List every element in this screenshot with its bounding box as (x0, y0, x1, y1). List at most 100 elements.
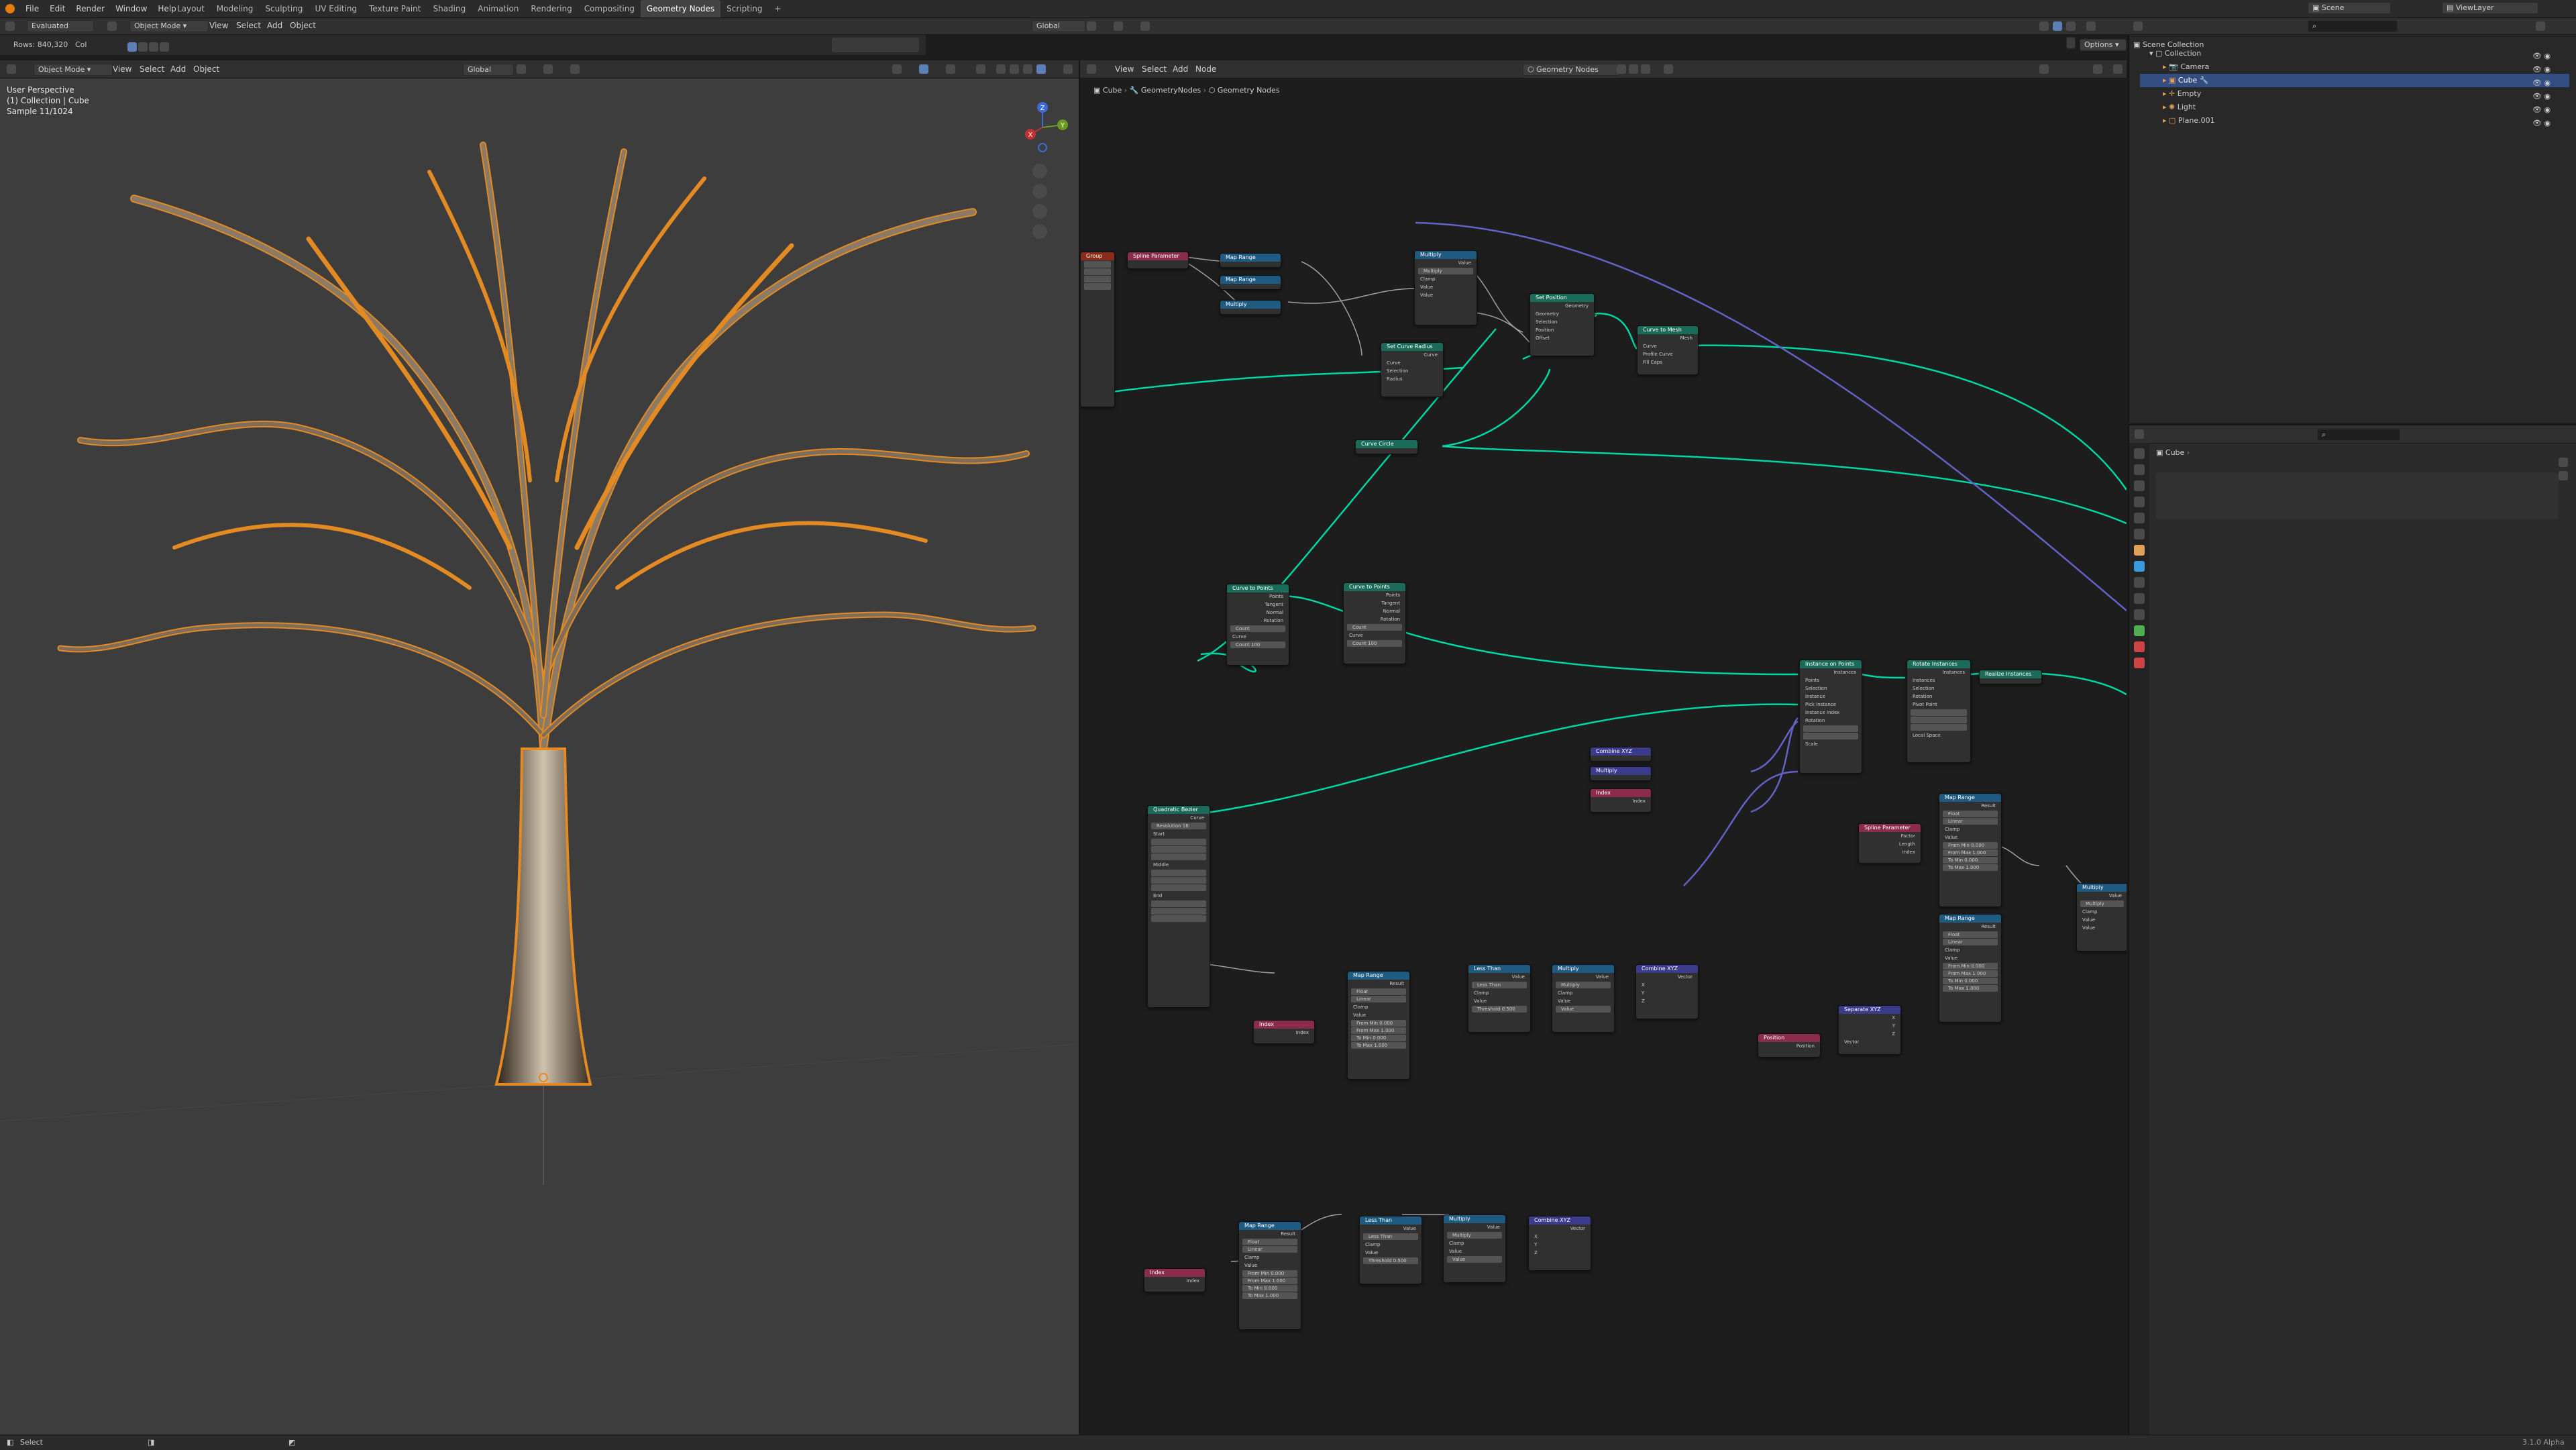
tab-modifiers-icon[interactable] (2134, 561, 2145, 572)
tab-modeling[interactable]: Modeling (211, 0, 260, 17)
outliner-row-cube[interactable]: ▸ ▣ Cube 🔧 (2140, 74, 2569, 87)
overlays-toggle-icon[interactable] (946, 64, 955, 74)
evaluated-dropdown[interactable]: Evaluated (27, 20, 94, 32)
eye-icon[interactable]: 👁 ◉ (2532, 103, 2573, 117)
properties-search-input[interactable]: ⌕ (2317, 429, 2400, 441)
top-menu-view[interactable]: View (209, 19, 228, 32)
menu-window[interactable]: Window (110, 0, 152, 17)
viewport-menu-add[interactable]: Add (170, 63, 186, 75)
tab-uv-editing[interactable]: UV Editing (309, 0, 363, 17)
node-map-range-collapsed-2[interactable]: Map Range (1220, 275, 1281, 290)
filter-funnel-icon[interactable] (2536, 21, 2545, 31)
object-mode-dropdown[interactable]: Object Mode ▾ (34, 64, 113, 76)
node-instance-on-points[interactable]: Instance on Points Instances Points Sele… (1799, 660, 1862, 774)
options-button[interactable]: Options ▾ (2080, 39, 2127, 51)
tab-sculpting[interactable]: Sculpting (259, 0, 309, 17)
node-realize-instances[interactable]: Realize Instances (1979, 670, 2042, 684)
editor-type-icon[interactable] (5, 21, 15, 31)
snap-icon[interactable] (1114, 21, 1123, 31)
shading-solid-icon[interactable] (1010, 64, 1019, 74)
tab-physics-icon[interactable] (2134, 593, 2145, 604)
node-multiply[interactable]: Multiply Value Multiply Clamp Value Valu… (1414, 250, 1477, 325)
shading-rendered-icon[interactable] (1036, 64, 1046, 74)
tab-object-icon[interactable] (2134, 545, 2145, 556)
node-curve-to-points-1[interactable]: Curve to Points Points Tangent Normal Ro… (1226, 584, 1289, 666)
node-rotate-instances[interactable]: Rotate Instances Instances Instances Sel… (1907, 660, 1971, 763)
tab-data-icon[interactable] (2134, 625, 2145, 636)
node-spline-parameter[interactable]: Spline Parameter (1127, 252, 1189, 269)
tab-texture-paint[interactable]: Texture Paint (363, 0, 427, 17)
tab-render-icon[interactable] (2134, 464, 2145, 475)
node-spline-parameter-2[interactable]: Spline Parameter Factor Length Index (1858, 823, 1921, 864)
node-quadratic-bezier[interactable]: Quadratic Bezier Curve Resolution 16 Sta… (1147, 805, 1210, 1008)
menu-render[interactable]: Render (70, 0, 110, 17)
node-map-range-mid[interactable]: Map Range Result Float Linear Clamp Valu… (1347, 971, 1410, 1080)
node-multiply-vector-collapsed[interactable]: Multiply (1590, 766, 1652, 781)
view-layer-selector[interactable]: ▤ ViewLayer (2442, 2, 2538, 14)
node-index-3[interactable]: Index Index (1144, 1268, 1205, 1292)
tab-layout[interactable]: Layout (171, 0, 211, 17)
remove-icon[interactable] (2559, 471, 2568, 480)
tab-compositing[interactable]: Compositing (578, 0, 641, 17)
select-box-icon[interactable] (127, 42, 137, 52)
node-group-input[interactable]: Group (1080, 252, 1115, 407)
top-menu-object[interactable]: Object (290, 19, 316, 32)
tab-particles-icon[interactable] (2134, 577, 2145, 588)
pivot-point-icon[interactable] (517, 64, 526, 74)
node-map-range-right-1[interactable]: Map Range Result Float Linear Clamp Valu… (1939, 793, 2002, 907)
tab-texture-icon[interactable] (2134, 658, 2145, 668)
pause-render-icon[interactable] (1063, 64, 1073, 74)
add-workspace-icon[interactable]: + (769, 0, 788, 17)
snapping-icon[interactable] (543, 64, 553, 74)
tab-animation[interactable]: Animation (472, 0, 525, 17)
tab-world-icon[interactable] (2134, 529, 2145, 539)
node-curve-to-mesh[interactable]: Curve to Mesh Mesh Curve Profile Curve F… (1637, 325, 1699, 375)
menu-file[interactable]: File (20, 0, 44, 17)
object-mode-dropdown-top[interactable]: Object Mode ▾ (129, 20, 209, 32)
node-index-1[interactable]: Index Index (1590, 788, 1652, 813)
node-map-range-bottom[interactable]: Map Range Result Float Linear Clamp Valu… (1238, 1221, 1301, 1330)
tab-rendering[interactable]: Rendering (525, 0, 578, 17)
node-combine-xyz-collapsed[interactable]: Combine XYZ (1590, 747, 1652, 762)
viewport-shading-rendered-icon[interactable] (2066, 21, 2076, 31)
gizmo-toggle-icon[interactable] (919, 64, 928, 74)
viewport-shading-solid-icon[interactable] (2039, 21, 2049, 31)
node-less-than[interactable]: Less Than Value Less Than Clamp Value Th… (1468, 964, 1531, 1033)
tab-output-icon[interactable] (2134, 480, 2145, 491)
viewport-menu-select[interactable]: Select (140, 63, 164, 75)
pivot-icon[interactable] (1087, 21, 1096, 31)
properties-panel[interactable]: ⌕ ▣ Cube › (2128, 424, 2576, 1436)
node-multiply-mid[interactable]: Multiply Value Multiply Clamp Value Valu… (1552, 964, 1615, 1033)
node-combine-xyz-bottom[interactable]: Combine XYZ Vector XYZ (1528, 1216, 1591, 1271)
node-multiply-collapsed[interactable]: Multiply (1220, 300, 1281, 315)
top-menu-add[interactable]: Add (267, 19, 282, 32)
node-editor[interactable]: View Select Add Node ⬡ Geometry Nodes ▣ … (1080, 60, 2127, 1435)
eye-icon[interactable]: 👁 ◉ (2532, 50, 2573, 63)
xray-icon[interactable] (976, 64, 985, 74)
viewport-menu-view[interactable]: View (113, 63, 131, 75)
node-map-range-right-2[interactable]: Map Range Result Float Linear Clamp Valu… (1939, 914, 2002, 1023)
select-intersect-icon[interactable] (160, 42, 169, 52)
proportional-edit-icon[interactable] (1140, 21, 1150, 31)
top-menu-select[interactable]: Select (236, 19, 261, 32)
viewport-editor-type-icon[interactable] (7, 64, 16, 74)
shading-wireframe-icon[interactable] (996, 64, 1006, 74)
node-multiply-right[interactable]: Multiply Value Multiply Clamp Value Valu… (2076, 883, 2127, 951)
select-extend-icon[interactable] (138, 42, 148, 52)
eye-icon[interactable]: 👁 ◉ (2532, 117, 2573, 130)
modifier-panel[interactable] (2156, 472, 2559, 519)
node-combine-xyz-mid[interactable]: Combine XYZ Vector XYZ (1635, 964, 1699, 1019)
blender-logo-icon[interactable] (5, 4, 15, 13)
node-set-curve-radius[interactable]: Set Curve Radius Curve Curve Selection R… (1381, 342, 1444, 397)
outliner-search-input[interactable]: ⌕ (2308, 20, 2398, 32)
eye-icon[interactable]: 👁 ◉ (2532, 63, 2573, 76)
tab-view-layer-icon[interactable] (2134, 497, 2145, 507)
tab-material-icon[interactable] (2134, 641, 2145, 652)
node-multiply-bottom[interactable]: Multiply Value Multiply Clamp Value Valu… (1443, 1214, 1506, 1283)
proportional-icon[interactable] (570, 64, 580, 74)
visibility-icon[interactable] (892, 64, 902, 74)
tab-scene-icon[interactable] (2134, 513, 2145, 523)
scene-selector[interactable]: ▣ Scene (2308, 2, 2391, 14)
node-less-than-bottom[interactable]: Less Than Value Less Than Clamp Value Th… (1359, 1216, 1422, 1284)
eye-icon[interactable]: 👁 ◉ (2532, 76, 2573, 90)
